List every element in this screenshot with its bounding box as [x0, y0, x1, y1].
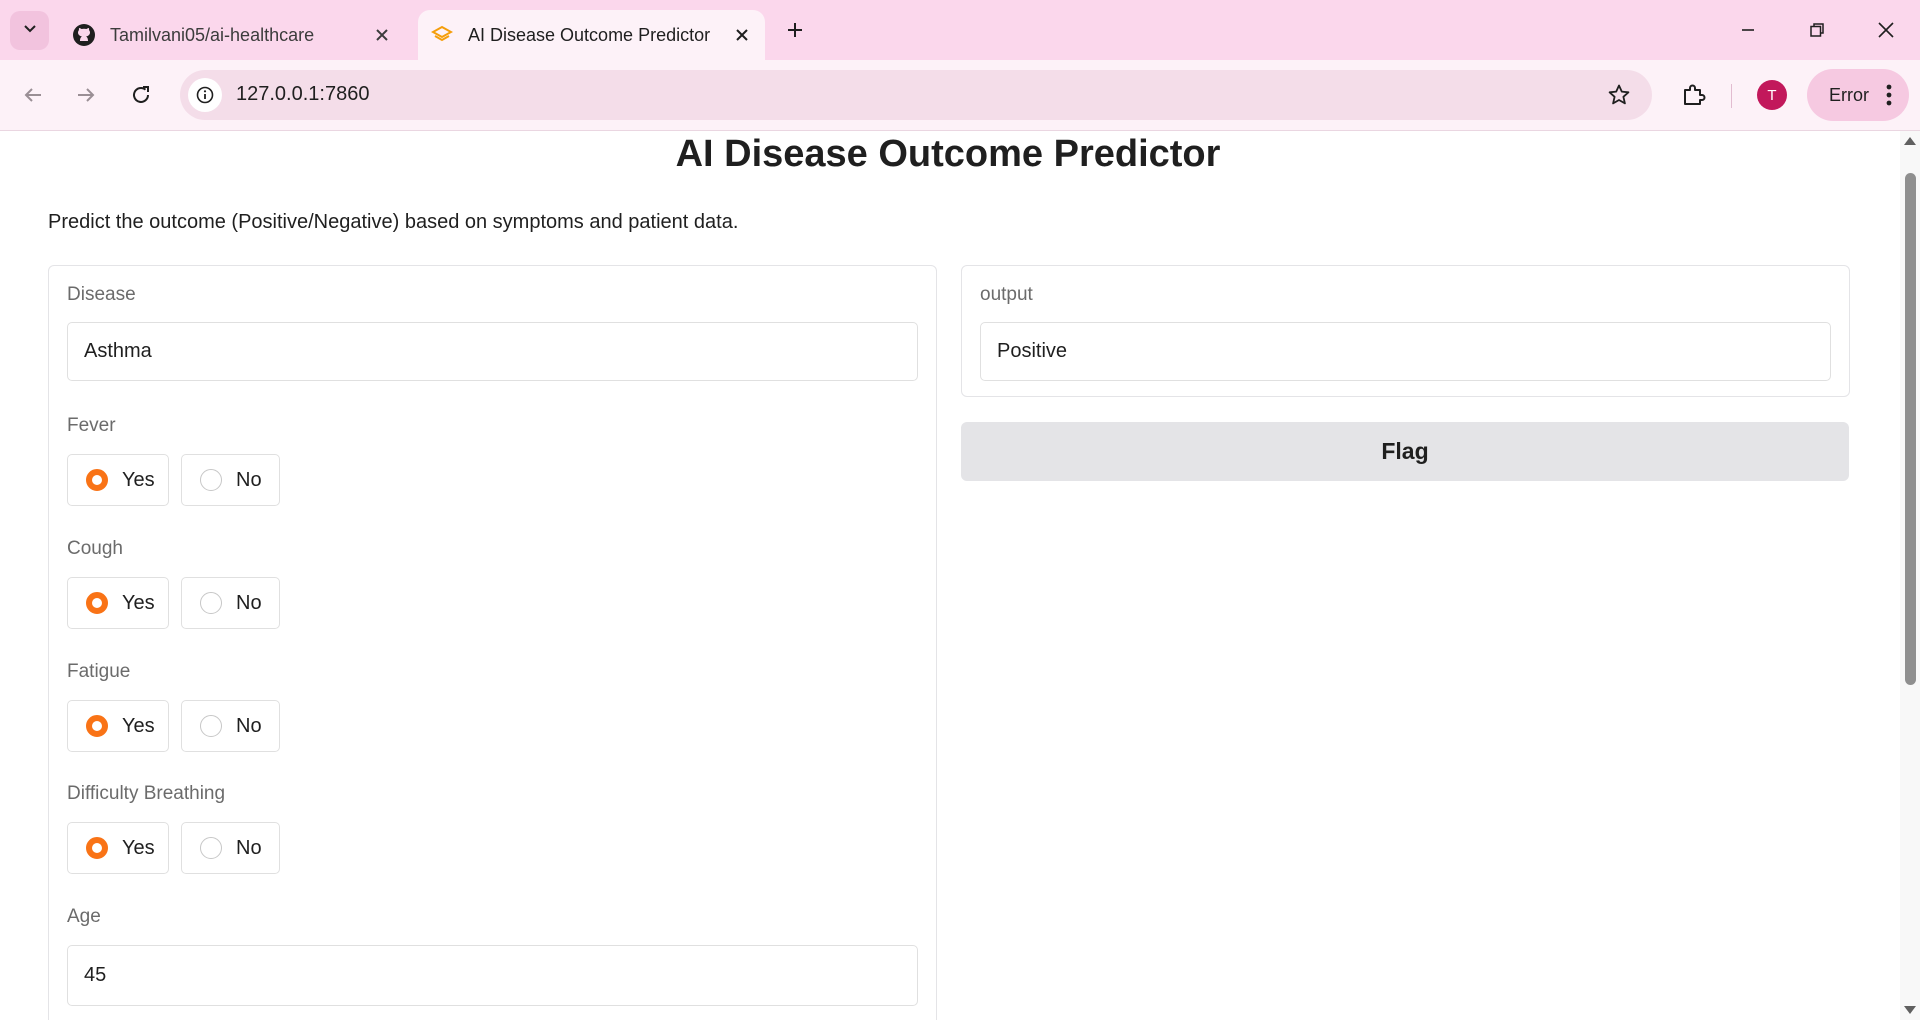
inputs-panel: Disease Asthma Fever Yes No Cough Yes No…: [48, 265, 937, 1020]
output-panel: output Positive: [961, 265, 1850, 397]
page-scrollbar[interactable]: [1900, 131, 1920, 1020]
close-icon: [1878, 22, 1894, 38]
restore-button[interactable]: [1797, 10, 1837, 50]
output-label: output: [980, 284, 1033, 305]
reload-button[interactable]: [123, 77, 159, 113]
radio-selected-icon: [86, 469, 108, 491]
scroll-down-arrow-icon[interactable]: [1904, 1006, 1916, 1014]
scroll-up-arrow-icon[interactable]: [1904, 137, 1916, 145]
tab-strip: Tamilvani05/ai-healthcare AI Disease Out…: [0, 0, 1920, 60]
address-bar[interactable]: 127.0.0.1:7860: [180, 70, 1652, 120]
cough-label: Cough: [67, 538, 123, 559]
fever-yes-radio[interactable]: Yes: [67, 454, 169, 506]
tab-title: AI Disease Outcome Predictor: [468, 24, 711, 45]
radio-unselected-icon: [200, 592, 222, 614]
forward-button[interactable]: [68, 77, 104, 113]
more-vert-icon: [1879, 84, 1899, 106]
profile-initial: T: [1767, 86, 1777, 104]
disease-input[interactable]: Asthma: [67, 322, 918, 381]
scrollbar-thumb[interactable]: [1905, 173, 1916, 685]
fatigue-no-radio[interactable]: No: [181, 700, 280, 752]
puzzle-icon: [1684, 84, 1706, 105]
page-description: Predict the outcome (Positive/Negative) …: [48, 211, 739, 233]
restore-icon: [1810, 23, 1824, 37]
radio-label: Yes: [122, 468, 155, 491]
cough-no-radio[interactable]: No: [181, 577, 280, 629]
radio-unselected-icon: [200, 715, 222, 737]
radio-label: Yes: [122, 714, 155, 737]
radio-label: Yes: [122, 836, 155, 859]
radio-unselected-icon: [200, 469, 222, 491]
age-input[interactable]: 45: [67, 945, 918, 1006]
site-info-icon[interactable]: [188, 78, 222, 112]
close-window-button[interactable]: [1866, 10, 1906, 50]
error-label: Error: [1829, 84, 1869, 105]
gradio-logo-icon: [430, 23, 454, 47]
tab-github[interactable]: Tamilvani05/ai-healthcare: [60, 10, 405, 60]
radio-label: No: [236, 836, 262, 859]
minimize-icon: [1742, 29, 1754, 31]
back-button[interactable]: [15, 77, 51, 113]
radio-selected-icon: [86, 715, 108, 737]
radio-selected-icon: [86, 837, 108, 859]
plus-icon: [788, 23, 802, 37]
reload-icon: [133, 86, 149, 103]
arrow-right-icon: [78, 88, 95, 102]
page-title: AI Disease Outcome Predictor: [675, 133, 1221, 175]
radio-label: No: [236, 714, 262, 737]
disease-label: Disease: [67, 284, 136, 305]
output-textbox[interactable]: Positive: [980, 322, 1831, 381]
arrow-left-icon: [24, 88, 41, 102]
fatigue-yes-radio[interactable]: Yes: [67, 700, 169, 752]
radio-unselected-icon: [200, 837, 222, 859]
toolbar-divider: [1731, 84, 1732, 108]
fatigue-label: Fatigue: [67, 661, 131, 682]
browser-toolbar: 127.0.0.1:7860 T Error: [0, 60, 1920, 131]
difficulty-breathing-label: Difficulty Breathing: [67, 783, 226, 804]
radio-selected-icon: [86, 592, 108, 614]
flag-button[interactable]: Flag: [961, 422, 1849, 481]
url-text: 127.0.0.1:7860: [236, 83, 370, 105]
tab-predictor[interactable]: AI Disease Outcome Predictor: [418, 10, 765, 60]
close-tab-icon[interactable]: [367, 20, 397, 50]
fever-label: Fever: [67, 415, 116, 436]
chevron-down-icon: [22, 20, 38, 41]
cough-yes-radio[interactable]: Yes: [67, 577, 169, 629]
page-content: AI Disease Outcome Predictor Predict the…: [0, 131, 1900, 1020]
radio-label: No: [236, 591, 262, 614]
extensions-button[interactable]: [1675, 77, 1711, 113]
difficulty-breathing-no-radio[interactable]: No: [181, 822, 280, 874]
radio-label: No: [236, 468, 262, 491]
difficulty-breathing-yes-radio[interactable]: Yes: [67, 822, 169, 874]
radio-label: Yes: [122, 591, 155, 614]
tab-search-button[interactable]: [10, 11, 49, 50]
minimize-button[interactable]: [1728, 10, 1768, 50]
error-menu-button[interactable]: Error: [1807, 69, 1909, 121]
tab-title: Tamilvani05/ai-healthcare: [110, 24, 315, 45]
new-tab-button[interactable]: [780, 15, 810, 45]
close-tab-icon[interactable]: [727, 20, 757, 50]
bookmark-star-icon[interactable]: [1606, 82, 1632, 108]
profile-avatar[interactable]: T: [1757, 80, 1787, 110]
fever-no-radio[interactable]: No: [181, 454, 280, 506]
github-icon: [72, 23, 96, 47]
age-label: Age: [67, 906, 101, 927]
